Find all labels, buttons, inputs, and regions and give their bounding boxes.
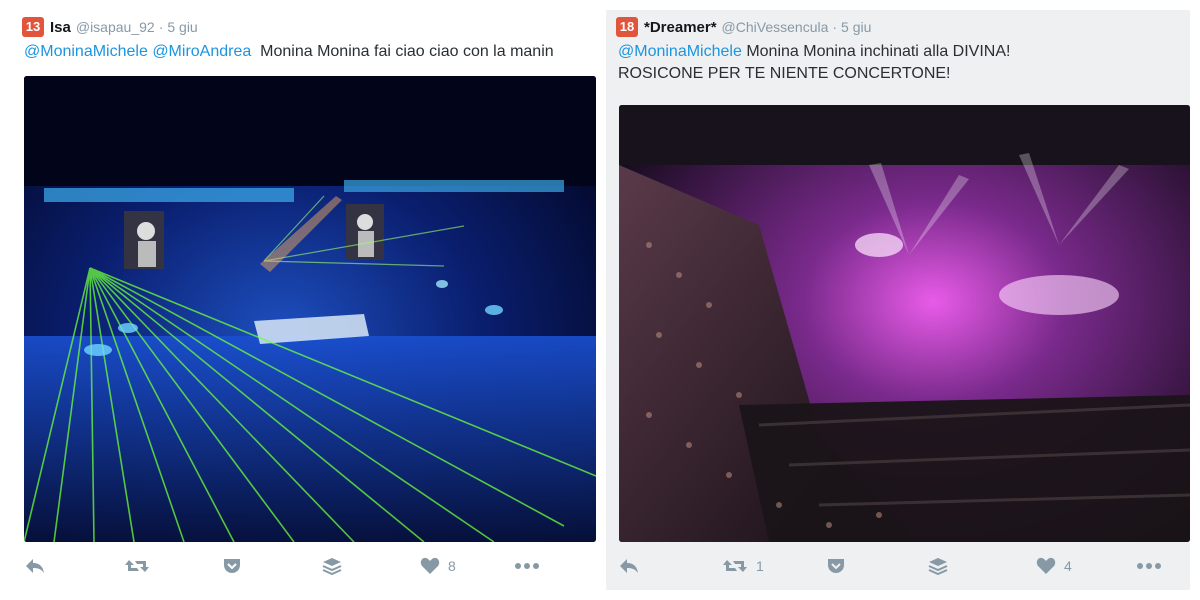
tweet-actions: 8 [24, 555, 584, 577]
retweet-count: 1 [756, 558, 764, 574]
tweet-photo[interactable] [24, 76, 596, 542]
buffer-icon[interactable] [322, 555, 342, 577]
tweet-message: ROSICONE PER TE NIENTE CONCERTONE! [618, 65, 951, 82]
meta-separator: · [158, 19, 164, 35]
more-icon[interactable] [514, 555, 540, 577]
tweet-timestamp[interactable]: 5 giu [841, 19, 871, 35]
display-name[interactable]: *Dreamer* [644, 19, 717, 36]
concert-photo-green-lasers [24, 76, 596, 542]
display-name[interactable]: Isa [50, 19, 71, 36]
mention-link[interactable]: @MiroAndrea [152, 43, 251, 60]
meta-separator: · [832, 19, 838, 35]
more-icon[interactable] [1136, 555, 1162, 577]
like-count: 8 [448, 558, 456, 574]
rank-badge: 18 [616, 17, 638, 37]
retweet-icon[interactable]: 1 [722, 555, 764, 577]
tweet-header: 18 *Dreamer* @ChiVessencula · 5 giu [616, 17, 871, 37]
heart-icon[interactable]: 8 [420, 555, 456, 577]
concert-photo-purple-crowd [619, 105, 1190, 542]
pocket-icon[interactable] [222, 555, 242, 577]
user-handle[interactable]: @ChiVessencula [722, 19, 829, 35]
user-handle[interactable]: @isapau_92 [76, 19, 155, 35]
like-count: 4 [1064, 558, 1072, 574]
buffer-icon[interactable] [928, 555, 948, 577]
retweet-icon[interactable] [124, 555, 158, 577]
tweet-photo[interactable] [619, 105, 1190, 542]
rank-badge: 13 [22, 17, 44, 37]
reply-icon[interactable] [618, 555, 640, 577]
heart-icon[interactable]: 4 [1036, 555, 1072, 577]
pocket-icon[interactable] [826, 555, 846, 577]
mention-link[interactable]: @MoninaMichele [618, 43, 742, 60]
tweet-text-line: @MoninaMichele Monina Monina inchinati a… [618, 41, 1186, 63]
tweet-card[interactable]: 18 *Dreamer* @ChiVessencula · 5 giu @Mon… [606, 10, 1190, 590]
tweet-card[interactable]: 13 Isa @isapau_92 · 5 giu @MoninaMichele… [12, 10, 596, 590]
tweet-text: @MoninaMichele Monina Monina inchinati a… [618, 41, 1186, 85]
tweet-message: Monina Monina inchinati alla DIVINA! [746, 43, 1011, 60]
tweet-header: 13 Isa @isapau_92 · 5 giu [22, 17, 198, 37]
tweet-actions: 1 4 [618, 555, 1178, 577]
reply-icon[interactable] [24, 555, 46, 577]
tweet-timestamp[interactable]: 5 giu [167, 19, 197, 35]
tweet-text: @MoninaMichele @MiroAndrea Monina Monina… [24, 41, 592, 63]
tweet-message: Monina Monina fai ciao ciao con la manin [260, 43, 554, 60]
mention-link[interactable]: @MoninaMichele [24, 43, 148, 60]
